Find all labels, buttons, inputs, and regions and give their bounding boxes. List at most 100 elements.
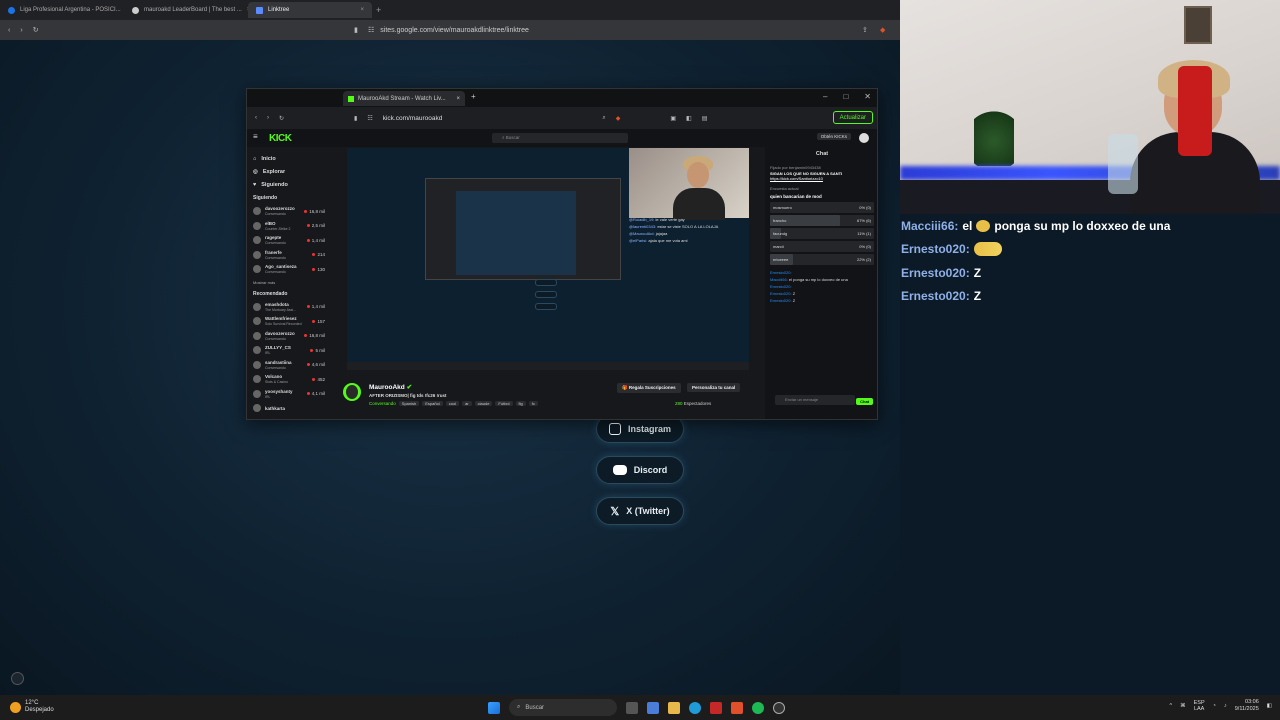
notification-icon[interactable]: ◧ — [1267, 703, 1272, 709]
wallet-icon[interactable]: ▤ — [702, 115, 708, 122]
tag[interactable]: fig — [515, 401, 526, 406]
pinned-link[interactable]: https://kick.com/Santiorizzo10 — [770, 176, 823, 181]
chat-user[interactable]: Ernesto020: — [770, 284, 792, 289]
edge-icon[interactable] — [689, 701, 701, 714]
weather-widget[interactable]: 12°C Despejado — [10, 700, 54, 714]
stream-player[interactable]: @Ruiadib_19: le vale verte gay @laurenti… — [347, 148, 749, 370]
extension-icon[interactable]: ◆ — [880, 26, 885, 34]
close-window-icon[interactable]: ✕ — [864, 92, 871, 101]
discord-link-button[interactable]: Discord — [596, 456, 684, 484]
taskbar-search[interactable]: ⌕ Buscar — [509, 699, 617, 716]
clock[interactable]: 03:06 9/11/2025 — [1235, 699, 1259, 713]
recommended-channel[interactable]: Wattlemfriesez Solo Survival Recorded 157 — [253, 314, 325, 329]
minimize-icon[interactable]: – — [823, 92, 827, 101]
maximize-icon[interactable]: □ — [843, 92, 848, 101]
file-explorer-icon[interactable] — [668, 701, 680, 714]
news-app-icon[interactable] — [710, 701, 722, 714]
chat-user[interactable]: Macciii66: — [770, 277, 788, 282]
show-more-link[interactable]: Mostrar más — [253, 280, 325, 285]
share-icon[interactable]: ⇪ — [862, 26, 868, 34]
tag[interactable]: ar — [462, 401, 472, 406]
recommended-channel[interactable]: ZULLYY_CS IRL 5 mil — [253, 343, 325, 358]
update-button[interactable]: Actualizar — [832, 111, 873, 124]
address-url[interactable]: kick.com/maurooakd — [383, 115, 443, 122]
tag[interactable]: fc — [528, 401, 538, 406]
chat-user[interactable]: Ernesto020: — [770, 291, 792, 296]
tag[interactable]: Fútbol — [495, 401, 513, 406]
close-icon[interactable]: × — [456, 96, 460, 102]
chat-send-button[interactable]: Chat — [856, 398, 873, 405]
windows-start-icon[interactable] — [488, 701, 500, 714]
avatar[interactable] — [859, 133, 869, 143]
kick-logo[interactable]: KICK — [269, 133, 292, 144]
customize-channel-button[interactable]: Personaliza tu canal — [687, 383, 741, 392]
chevron-up-icon[interactable]: ^ — [1170, 703, 1173, 709]
recommended-channel[interactable]: yoosyshanty IRL 4,1 mil — [253, 387, 325, 402]
new-tab-icon[interactable]: + — [471, 92, 476, 101]
kick-search-input[interactable]: ⌕ Buscar — [492, 133, 628, 143]
bookmark-icon[interactable]: ▮ — [354, 26, 358, 34]
network-icon[interactable]: ⌘ — [1180, 703, 1186, 709]
reload-icon[interactable]: ↻ — [279, 115, 284, 122]
tab-liga[interactable]: Liga Profesional Argentina - POSICI...× — [0, 2, 124, 18]
forward-icon[interactable]: › — [20, 27, 22, 34]
brave-shield-icon[interactable]: ◆ — [616, 115, 621, 122]
obs-icon[interactable] — [773, 701, 785, 714]
following-channel[interactable]: elBO Counter-Strike 2 2,5 mil — [253, 219, 325, 234]
recommended-channel[interactable]: emashdota The Mortuary Assi... 1,4 mil — [253, 300, 325, 315]
avatar[interactable] — [343, 383, 361, 401]
tag[interactable]: Español — [422, 401, 443, 406]
bookmark-icon[interactable]: ▮ — [354, 115, 357, 122]
tab-kick-stream[interactable]: MaurooAkd Stream - Watch Liv... × — [343, 91, 465, 106]
nav-siguiendo[interactable]: ♥ Siguiendo — [253, 182, 325, 188]
poll-option[interactable]: mosmuero 0% (0) — [770, 201, 874, 213]
recommended-channel[interactable]: kathkarta — [253, 401, 325, 416]
extensions-icon[interactable]: ▣ — [670, 115, 676, 122]
poll-option[interactable]: ericeeee 22% (2) — [770, 253, 874, 265]
tab-leaderboard[interactable]: mauroakd LeaderBoard | The best ...× — [124, 2, 248, 18]
tab-linktree[interactable]: Linktree × — [248, 2, 372, 18]
back-icon[interactable]: ‹ — [255, 115, 257, 121]
following-channel[interactable]: davoozerozzo Conversando 16,8 mil — [253, 204, 325, 219]
menu-icon[interactable]: ≡ — [253, 132, 258, 141]
tag[interactable]: Spanish — [398, 401, 420, 406]
poll-option[interactable]: francho 67% (6) — [770, 214, 874, 226]
recommended-channel[interactable]: Volcano Slots & Casino 452 — [253, 372, 325, 387]
volume-icon[interactable]: ♪ — [1224, 703, 1227, 709]
twitter-link-button[interactable]: 𝕏 X (Twitter) — [596, 497, 684, 525]
site-settings-icon[interactable] — [11, 672, 24, 685]
spotify-icon[interactable] — [752, 701, 764, 714]
obtain-kicks-button[interactable]: Obtén KICKs — [816, 133, 851, 140]
chat-input[interactable]: Enviar un mensaje — [775, 395, 855, 405]
site-info-icon[interactable]: ☷ — [367, 115, 372, 122]
address-bar[interactable]: ☷ sites.google.com/view/mauroakdlinktree… — [368, 23, 878, 37]
back-icon[interactable]: ‹ — [8, 27, 10, 34]
poll-option[interactable]: facundg 11% (1) — [770, 227, 874, 239]
streamer-name[interactable]: MaurooAkd ✔ — [369, 383, 412, 391]
gift-subs-button[interactable]: 🎁 Regala Suscripciones — [617, 383, 681, 393]
reload-icon[interactable]: ↻ — [33, 26, 39, 34]
sidebar-icon[interactable]: ◧ — [686, 115, 692, 122]
following-channel[interactable]: Ago_santiseza Conversando 130 — [253, 262, 325, 277]
nav-explorar[interactable]: ◎ Explorar — [253, 169, 325, 175]
wifi-icon[interactable]: ◔ — [1213, 703, 1216, 709]
close-icon[interactable]: × — [360, 7, 364, 13]
language-indicator[interactable]: ESP LAA — [1194, 700, 1205, 712]
widgets-icon[interactable] — [647, 701, 659, 714]
search-icon[interactable]: ⌕ — [602, 115, 605, 122]
brave-icon[interactable] — [731, 701, 743, 714]
recommended-channel[interactable]: sandrastiina Conversando 4,6 mil — [253, 358, 325, 373]
new-tab-icon[interactable]: + — [376, 5, 381, 15]
following-channel[interactable]: franerfe Conversando 214 — [253, 248, 325, 263]
chat-user[interactable]: Ernesto020: — [770, 298, 792, 303]
task-view-icon[interactable] — [626, 701, 638, 714]
recommended-channel[interactable]: davoozerozzo Conversando 16,8 mil — [253, 329, 325, 344]
forward-icon[interactable]: › — [267, 115, 269, 121]
site-info-icon[interactable]: ☷ — [368, 26, 374, 34]
following-channel[interactable]: ragepte Conversando 1,4 mil — [253, 233, 325, 248]
poll-option[interactable]: marcii 0% (0) — [770, 240, 874, 252]
stream-category[interactable]: Conversando — [369, 401, 396, 406]
chat-user[interactable]: Ernesto020: — [770, 270, 792, 275]
tag[interactable]: cool — [445, 401, 460, 406]
tag[interactable]: claude — [474, 401, 493, 406]
